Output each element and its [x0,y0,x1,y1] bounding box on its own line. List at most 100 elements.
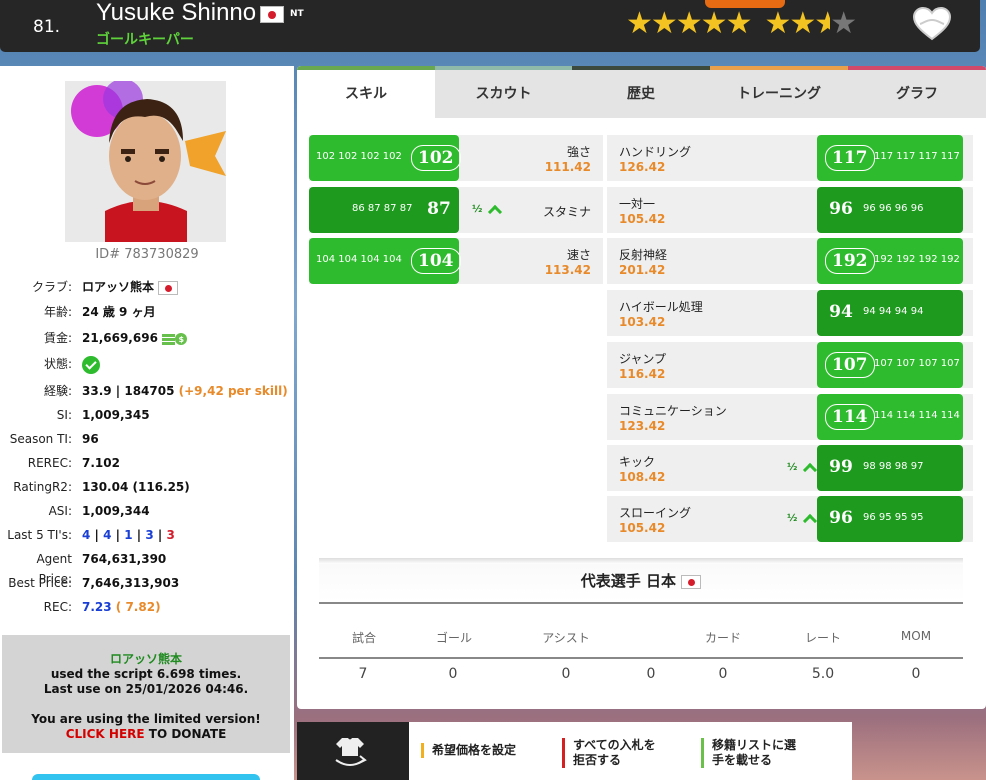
skill-row: ハンドリング 126.42 117 117 117 117 117 [607,135,973,181]
reject-bids-button[interactable]: すべての入札を 拒否する [562,738,656,768]
blue-action-button[interactable] [32,774,260,780]
info-si: SI: 1,009,345 [0,405,294,425]
info-season-ti: Season TI: 96 [0,429,294,449]
tab-history[interactable]: 歴史 [572,70,710,118]
transfer-list-button[interactable]: 移籍リストに選 手を載せる [701,738,796,768]
script-usage-text: used the script 6.698 times. [50,667,242,681]
star-icon: ★★★★★ [626,6,752,41]
national-team-title: 代表選手 日本 [319,564,963,604]
player-avatar [65,81,226,242]
profile-panel: ID# 783730829 クラブ: ロアッソ熊本 年齢: 24 歳 9 ヶ月 … [0,66,294,780]
tab-bar: スキル スカウト 歴史 トレーニング グラフ [297,66,986,118]
skill-value-box: 192 192 192 192 192 [817,238,963,284]
up-arrow-icon [487,204,503,220]
skill-history: 107 107 107 107 [874,358,960,369]
info-value: 7.23 ( 7.82) [82,600,161,614]
club-link[interactable]: ロアッソ熊本 [82,277,179,297]
skill-value-box: 96 96 95 95 95 [817,496,963,542]
skill-name: 強さ [566,145,591,159]
skill-history: 86 87 87 87 [352,203,413,214]
skill-name: ハンドリング [619,145,692,159]
skill-name: 反射神経 [619,248,668,262]
nt-value: 0 [561,666,571,682]
nt-badge: NT [290,9,304,19]
heart-icon[interactable] [912,6,952,42]
skill-potential: 105.42 [619,521,666,535]
script-club: ロアッソ熊本 [109,652,182,666]
info-value: 24 歳 9 ヶ月 [82,305,156,319]
skill-row: 一対一 105.42 96 96 96 96 96 [607,187,973,233]
nt-value: 0 [911,666,921,682]
tab-scout[interactable]: スカウト [435,70,572,118]
info-label: Last 5 TI's: [7,528,72,542]
skill-row: 102 102 102 102 102 強さ 111.42 [309,135,603,181]
skill-value-box: 94 94 94 94 94 [817,290,963,336]
set-price-button[interactable]: 希望価格を設定 [421,743,516,758]
script-last-use: Last use on 25/01/2026 04:46. [43,682,249,696]
skill-potential: 103.42 [619,315,666,329]
half-indicator: ½ [787,462,798,473]
player-rank: 81. [33,17,61,37]
skill-value: 99 [829,457,853,477]
skill-history: 98 98 98 97 [863,461,924,472]
skill-potential: 126.42 [619,160,666,174]
skill-potential: 105.42 [619,212,666,226]
tab-graph[interactable]: グラフ [848,70,986,118]
info-value: 4 | 4 | 1 | 3 | 3 [82,528,175,542]
nt-value: 0 [718,666,728,682]
empty-star-icon: ★ [830,6,857,41]
info-label: 年齢: [43,305,72,319]
skill-name: 速さ [566,248,591,262]
skill-row: キック 108.42 ½ 99 98 98 98 97 [607,445,973,491]
info-wage: 賃金: 21,669,696 $ [0,328,294,348]
tab-skills[interactable]: スキル [297,70,435,118]
skill-value: 96 [829,508,853,528]
shirt-swap-icon[interactable] [330,736,370,770]
info-value: 1,009,344 [82,504,150,518]
skill-potential: 201.42 [619,263,666,277]
skill-value: 96 [829,199,853,219]
info-rerec: REREC: 7.102 [0,453,294,473]
skill-value-box: 114 114 114 114 114 [817,394,963,440]
skill-value-box: 107 107 107 107 107 [817,342,963,388]
info-value: 96 [82,432,99,446]
skill-potential: 111.42 [544,160,591,174]
info-age: 年齢: 24 歳 9 ヶ月 [0,302,294,322]
nt-header: ゴール [435,631,472,645]
info-label: 状態: [43,357,72,371]
japan-flag-icon [260,4,284,23]
skill-value: 117 [825,145,875,171]
skill-value-box: 104 104 104 104 104 [309,238,461,284]
skill-value: 192 [825,248,875,274]
player-position: ゴールキーパー [96,32,194,48]
transfer-action-bar: 希望価格を設定 すべての入札を 拒否する 移籍リストに選 手を載せる [297,722,852,780]
half-indicator: ½ [787,513,798,524]
nt-header: レート [804,631,841,645]
skill-row: 86 87 87 87 87 ½ スタミナ [309,187,603,233]
skill-row: スローイング 105.42 ½ 96 96 95 95 95 [607,496,973,542]
skill-value-box: 102 102 102 102 102 [309,135,461,181]
skill-potential: 116.42 [619,367,666,381]
skill-name: 一対一 [619,197,656,211]
skill-row: ジャンプ 116.42 107 107 107 107 107 [607,342,973,388]
skill-history: 192 192 192 192 [874,254,960,265]
up-arrow-icon [802,513,818,529]
info-label: 賃金: [43,331,72,345]
skills-panel: スキル スカウト 歴史 トレーニング グラフ 102 102 102 102 1… [297,66,986,709]
player-name: Yusuke Shinno [96,0,257,26]
script-limited-text: You are using the limited version! [31,712,261,726]
tab-training[interactable]: トレーニング [710,70,848,118]
half-indicator: ½ [472,204,483,215]
svg-text:$: $ [179,335,185,344]
nt-header: 試合 [351,631,376,645]
skill-potential: 108.42 [619,470,666,484]
skill-value-box: 86 87 87 87 87 [309,187,459,233]
donate-link[interactable]: CLICK HERE [66,727,145,741]
half-star-icon: ★ [814,9,831,39]
nt-value: 5.0 [811,666,835,682]
skill-row: 104 104 104 104 104 速さ 113.42 [309,238,603,284]
skill-history: 96 96 96 96 [863,203,924,214]
skill-row: ハイボール処理 103.42 94 94 94 94 94 [607,290,973,336]
skill-history: 104 104 104 104 [316,254,402,265]
skill-name: ジャンプ [619,352,667,366]
